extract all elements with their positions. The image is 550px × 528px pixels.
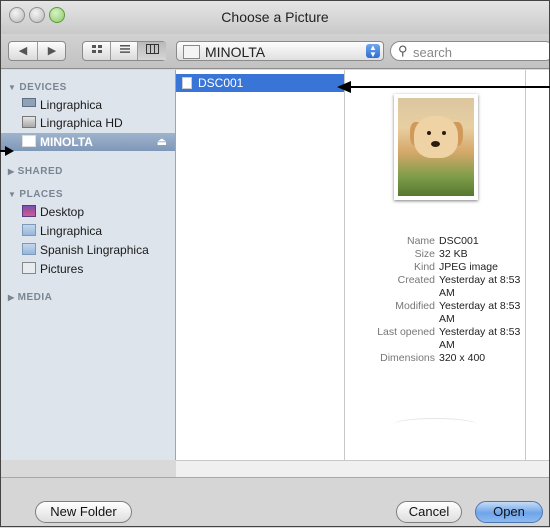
preview-thumbnail	[394, 94, 478, 200]
location-label: MINOLTA	[205, 44, 266, 60]
sidebar-item-lingraphica-hd[interactable]: Lingraphica HD	[0, 114, 175, 132]
sidebar-item-lingraphica[interactable]: Lingraphica	[0, 96, 175, 114]
open-button[interactable]: Open	[475, 501, 543, 523]
column-view-icon	[145, 44, 159, 54]
search-placeholder: search	[413, 45, 453, 60]
desktop-icon	[22, 205, 36, 217]
disclosure-right-icon: ▶	[8, 167, 15, 176]
new-folder-button[interactable]: New Folder	[35, 501, 132, 523]
pictures-folder-icon	[22, 262, 36, 274]
forward-button[interactable]: ▶	[37, 42, 66, 60]
empty-column: ||	[526, 70, 550, 469]
eject-icon[interactable]: ⏏	[157, 135, 167, 148]
button-bar: New Folder Cancel Open	[0, 477, 550, 528]
back-button[interactable]: ◀	[9, 42, 37, 60]
callout-arrow-left-icon	[5, 146, 14, 156]
title-bar: Choose a Picture	[0, 0, 550, 35]
updown-chevron-icon: ▲ ▼	[366, 44, 380, 59]
folder-icon	[22, 243, 36, 255]
puppy-photo	[398, 98, 474, 196]
view-mode-control	[82, 41, 166, 61]
sidebar-section-devices[interactable]: ▼ DEVICES	[8, 82, 67, 93]
search-field[interactable]: ⚲ search	[390, 41, 550, 61]
callout-arrow-right-icon	[337, 81, 351, 93]
callout-arrow-line-right	[350, 86, 550, 88]
sidebar-item-spanish-lingraphica[interactable]: Spanish Lingraphica	[0, 241, 175, 259]
search-icon: ⚲	[398, 43, 408, 58]
column-view-button[interactable]	[137, 42, 166, 60]
list-view-button[interactable]	[110, 42, 138, 60]
location-popup[interactable]: MINOLTA ▲ ▼	[176, 41, 384, 61]
back-forward-control: ◀ ▶	[8, 41, 66, 61]
sidebar-section-places[interactable]: ▼ PLACES	[8, 189, 63, 200]
file-column: DSC001	[176, 70, 345, 460]
choose-picture-dialog: Choose a Picture ◀ ▶ MINOLTA ▲ ▼ ⚲ search…	[0, 0, 550, 528]
sidebar-item-lingraphica-folder[interactable]: Lingraphica	[0, 222, 175, 240]
sidebar-section-shared[interactable]: ▶ SHARED	[8, 166, 63, 177]
list-view-icon	[119, 45, 130, 53]
hard-drive-icon	[22, 116, 36, 128]
drive-icon	[183, 45, 200, 59]
sidebar-item-minolta[interactable]: MINOLTA ⏏	[0, 133, 175, 151]
disclosure-down-icon: ▼	[8, 83, 17, 92]
computer-icon	[22, 98, 36, 107]
cancel-button[interactable]: Cancel	[396, 501, 462, 523]
drive-icon	[22, 135, 36, 147]
horizontal-scrollbar[interactable]	[176, 460, 550, 477]
disclosure-right-icon: ▶	[8, 293, 15, 302]
icon-view-button[interactable]	[83, 42, 110, 60]
sidebar-item-pictures[interactable]: Pictures	[0, 260, 175, 278]
window-title: Choose a Picture	[221, 9, 329, 25]
folder-icon	[22, 224, 36, 236]
preview-column: Name DSC001 Size 32 KB Kind JPEG image C…	[345, 70, 526, 469]
sidebar-item-desktop[interactable]: Desktop	[0, 203, 175, 221]
document-icon	[182, 77, 192, 89]
disclosure-down-icon: ▼	[8, 190, 17, 199]
sidebar-section-media[interactable]: ▶ MEDIA	[8, 292, 52, 303]
preview-divider	[393, 418, 477, 431]
sidebar: ▼ DEVICES Lingraphica Lingraphica HD MINO…	[0, 70, 176, 460]
file-row-dsc001[interactable]: DSC001	[176, 74, 344, 92]
icon-view-icon	[91, 45, 102, 53]
